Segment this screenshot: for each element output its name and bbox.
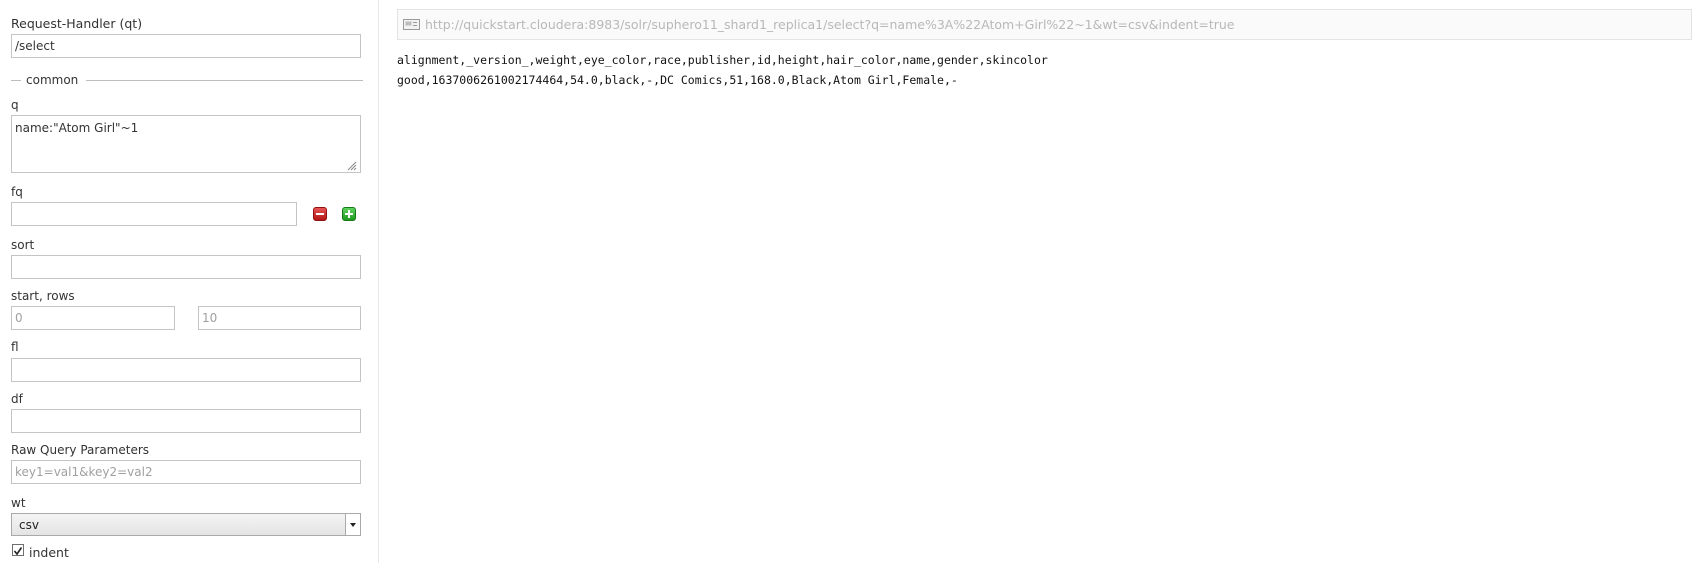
- sort-input[interactable]: [11, 255, 361, 279]
- url-icon: [403, 19, 420, 30]
- solr-query-page: Request-Handler (qt) common q name:"Atom…: [0, 0, 1707, 563]
- query-form: Request-Handler (qt) common q name:"Atom…: [0, 0, 379, 563]
- request-handler-input[interactable]: [11, 34, 361, 58]
- common-legend-label: common: [26, 73, 79, 87]
- raw-query-params-input[interactable]: [11, 460, 361, 484]
- rows-input[interactable]: [198, 306, 361, 330]
- wt-select[interactable]: csv: [11, 513, 361, 536]
- indent-checkbox[interactable]: [12, 544, 24, 556]
- add-fq-button[interactable]: [342, 207, 356, 221]
- wt-selected-value: csv: [19, 518, 39, 532]
- fl-input[interactable]: [11, 358, 361, 382]
- resize-grip-icon[interactable]: [347, 161, 357, 171]
- indent-label: indent: [29, 545, 69, 560]
- df-input[interactable]: [11, 409, 361, 433]
- request-url-link[interactable]: http://quickstart.cloudera:8983/solr/sup…: [425, 17, 1234, 32]
- chevron-down-icon: [350, 523, 356, 527]
- request-handler-label: Request-Handler (qt): [11, 16, 143, 31]
- common-section-legend: common: [11, 72, 363, 88]
- plus-icon: [345, 210, 353, 218]
- sort-label: sort: [11, 238, 35, 252]
- wt-label: wt: [11, 496, 26, 510]
- csv-row: good,1637006261002174464,54.0,black,-,DC…: [397, 72, 958, 87]
- raw-query-params-label: Raw Query Parameters: [11, 443, 150, 457]
- start-rows-label: start, rows: [11, 289, 75, 303]
- df-label: df: [11, 392, 23, 406]
- start-input[interactable]: [11, 306, 175, 330]
- minus-icon: [316, 213, 324, 215]
- q-label: q: [11, 98, 19, 112]
- dropdown-arrow[interactable]: [345, 514, 360, 535]
- csv-header-line: alignment,_version_,weight,eye_color,rac…: [397, 53, 1048, 67]
- fq-label: fq: [11, 185, 23, 199]
- fq-input[interactable]: [11, 202, 297, 226]
- request-url-bar: http://quickstart.cloudera:8983/solr/sup…: [397, 9, 1692, 40]
- remove-fq-button[interactable]: [313, 207, 327, 221]
- response-output: alignment,_version_,weight,eye_color,rac…: [397, 51, 1048, 90]
- checkmark-icon: [13, 547, 23, 556]
- fl-label: fl: [11, 340, 19, 354]
- q-textarea[interactable]: name:"Atom Girl"~1: [11, 115, 361, 173]
